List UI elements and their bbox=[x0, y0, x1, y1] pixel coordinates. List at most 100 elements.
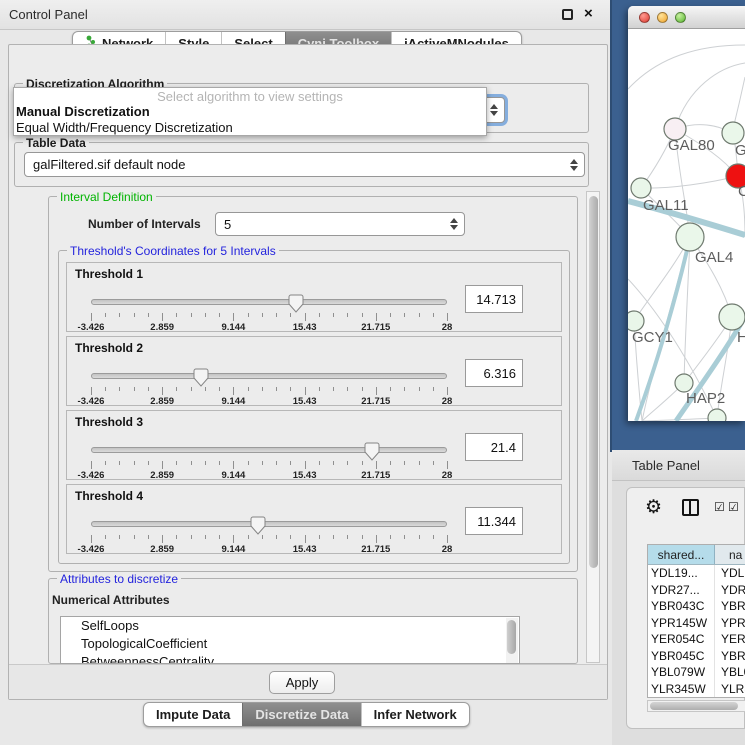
tab-impute-data[interactable]: Impute Data bbox=[144, 703, 242, 726]
threshold-row: Threshold 2 -3.4262.8599.14415.4321.7152… bbox=[66, 336, 562, 406]
table-horizontal-scrollbar[interactable] bbox=[647, 700, 745, 712]
slider-track[interactable] bbox=[91, 521, 447, 527]
network-node-label: GAL4 bbox=[695, 249, 733, 266]
table-panel-titlebar: Table Panel bbox=[612, 450, 745, 481]
table-row[interactable]: YPR145WYPR1 bbox=[648, 615, 745, 632]
table-row[interactable]: YER054CYER0 bbox=[648, 631, 745, 648]
threshold-row: Threshold 4 -3.4262.8599.14415.4321.7152… bbox=[66, 484, 562, 554]
apply-button[interactable]: Apply bbox=[269, 671, 335, 694]
threshold-label: Threshold 2 bbox=[75, 341, 143, 355]
table-row[interactable]: YBR043CYBR0 bbox=[648, 598, 745, 615]
table-row[interactable]: YBR045CYBR0 bbox=[648, 648, 745, 665]
checkbox-icon[interactable]: ☑ bbox=[714, 500, 725, 514]
table-panel-inner: ⚙ ☑ ☑ shared... na YDL19...YDL1YDR27...Y… bbox=[626, 487, 745, 729]
table-row[interactable]: YIL052CYIL0 bbox=[648, 697, 745, 698]
threshold-slider[interactable] bbox=[91, 293, 447, 313]
apply-bar: Apply bbox=[9, 664, 607, 699]
gear-icon[interactable]: ⚙ bbox=[645, 496, 662, 519]
network-node-label: H bbox=[737, 329, 745, 346]
threshold-row: Threshold 1 -3.4262.8599.14415.4321.7152… bbox=[66, 262, 562, 332]
network-window-titlebar bbox=[628, 6, 745, 29]
threshold-slider[interactable] bbox=[91, 441, 447, 461]
close-icon[interactable]: × bbox=[584, 5, 593, 22]
thresholds-group-label: Threshold's Coordinates for 5 Intervals bbox=[67, 244, 279, 258]
scrollbar-thumb[interactable] bbox=[650, 702, 738, 710]
slider-track[interactable] bbox=[91, 299, 447, 305]
float-window-icon[interactable] bbox=[562, 9, 573, 20]
table-header-row: shared... na bbox=[648, 545, 745, 565]
network-node[interactable] bbox=[631, 178, 651, 198]
dropdown-item-manual-discretization[interactable]: Manual Discretization bbox=[14, 104, 486, 120]
network-canvas[interactable]: GAL80G.CGAL11GAL4GCY1HHAP2 bbox=[628, 29, 745, 421]
table-panel-toolbar: ⚙ ☑ ☑ bbox=[627, 488, 745, 528]
threshold-value-field[interactable]: 6.316 bbox=[465, 359, 523, 387]
slider-handle-icon[interactable] bbox=[250, 516, 266, 535]
slider-track[interactable] bbox=[91, 373, 447, 379]
combo-stepper-icon bbox=[450, 218, 458, 230]
slider-handle-icon[interactable] bbox=[364, 442, 380, 461]
slider-tick-labels: -3.4262.8599.14415.4321.71528 bbox=[91, 470, 447, 481]
checkbox-icon[interactable]: ☑ bbox=[728, 500, 739, 514]
column-header-shared-name[interactable]: shared... bbox=[648, 545, 715, 564]
bottom-tab-bar: Impute Data Discretize Data Infer Networ… bbox=[143, 702, 470, 727]
attribute-list-item[interactable]: SelfLoops bbox=[61, 617, 519, 635]
column-layout-icon[interactable] bbox=[682, 499, 699, 516]
node-table[interactable]: shared... na YDL19...YDL1YDR27...YDR2YBR… bbox=[647, 544, 745, 698]
column-header-name[interactable]: na bbox=[715, 545, 745, 564]
scrollbar-thumb[interactable] bbox=[589, 196, 598, 568]
attribute-list-item[interactable]: TopologicalCoefficient bbox=[61, 635, 519, 653]
tab-discretize-data-label: Discretize Data bbox=[255, 707, 348, 722]
threshold-slider[interactable] bbox=[91, 515, 447, 535]
threshold-value-field[interactable]: 11.344 bbox=[465, 507, 523, 535]
minimize-traffic-light-icon[interactable] bbox=[657, 12, 668, 23]
table-data-combo-value: galFiltered.sif default node bbox=[33, 157, 185, 172]
tab-infer-network[interactable]: Infer Network bbox=[361, 703, 469, 726]
threshold-label: Threshold 3 bbox=[75, 415, 143, 429]
tab-discretize-data[interactable]: Discretize Data bbox=[242, 703, 360, 726]
table-panel-title: Table Panel bbox=[632, 458, 700, 473]
attributes-list-scrollbar[interactable] bbox=[506, 618, 518, 664]
network-node-label: GAL80 bbox=[668, 137, 715, 154]
slider-handle-icon[interactable] bbox=[193, 368, 209, 387]
table-data-combobox[interactable]: galFiltered.sif default node bbox=[24, 152, 585, 177]
slider-ticks bbox=[91, 535, 447, 543]
dropdown-item-equal-width-frequency[interactable]: Equal Width/Frequency Discretization bbox=[14, 120, 486, 136]
dropdown-placeholder-item[interactable]: Select algorithm to view settings bbox=[14, 88, 486, 104]
network-window: GAL80G.CGAL11GAL4GCY1HHAP2 bbox=[628, 6, 745, 421]
slider-handle-icon[interactable] bbox=[288, 294, 304, 313]
slider-tick-labels: -3.4262.8599.14415.4321.71528 bbox=[91, 396, 447, 407]
table-row[interactable]: YDR27...YDR2 bbox=[648, 582, 745, 599]
threshold-slider[interactable] bbox=[91, 367, 447, 387]
table-row[interactable]: YBL079WYBL0 bbox=[648, 664, 745, 681]
network-node[interactable] bbox=[722, 122, 744, 144]
network-node[interactable] bbox=[676, 223, 704, 251]
attributes-group-label: Attributes to discretize bbox=[57, 572, 181, 586]
numerical-attributes-list[interactable]: SelfLoopsTopologicalCoefficientBetweenne… bbox=[60, 616, 520, 664]
slider-ticks bbox=[91, 387, 447, 395]
settings-scrollbar[interactable] bbox=[586, 191, 600, 663]
network-node-label: GAL11 bbox=[643, 197, 689, 214]
interval-definition-group-label: Interval Definition bbox=[57, 190, 156, 204]
table-data-group-label: Table Data bbox=[23, 136, 89, 150]
network-node-label: HAP2 bbox=[686, 390, 725, 407]
table-row[interactable]: YDL19...YDL1 bbox=[648, 565, 745, 582]
threshold-label: Threshold 4 bbox=[75, 489, 143, 503]
threshold-value-field[interactable]: 14.713 bbox=[465, 285, 523, 313]
table-row[interactable]: YLR345WYLR3 bbox=[648, 681, 745, 698]
network-node[interactable] bbox=[719, 304, 745, 330]
slider-ticks bbox=[91, 461, 447, 469]
attribute-list-item[interactable]: BetweennessCentrality bbox=[61, 653, 519, 664]
zoom-traffic-light-icon[interactable] bbox=[675, 12, 686, 23]
slider-track[interactable] bbox=[91, 447, 447, 453]
algorithm-dropdown-popup: Select algorithm to view settings Manual… bbox=[13, 87, 487, 136]
network-node[interactable] bbox=[628, 311, 644, 331]
threshold-value-field[interactable]: 21.4 bbox=[465, 433, 523, 461]
slider-tick-labels: -3.4262.8599.14415.4321.71528 bbox=[91, 322, 447, 333]
tab-infer-network-label: Infer Network bbox=[374, 707, 457, 722]
close-traffic-light-icon[interactable] bbox=[639, 12, 650, 23]
slider-tick-labels: -3.4262.8599.14415.4321.71528 bbox=[91, 544, 447, 555]
network-node[interactable] bbox=[708, 409, 726, 421]
slider-ticks bbox=[91, 313, 447, 321]
number-of-intervals-combobox[interactable]: 5 bbox=[215, 212, 465, 236]
scrollbar-thumb[interactable] bbox=[507, 620, 516, 654]
